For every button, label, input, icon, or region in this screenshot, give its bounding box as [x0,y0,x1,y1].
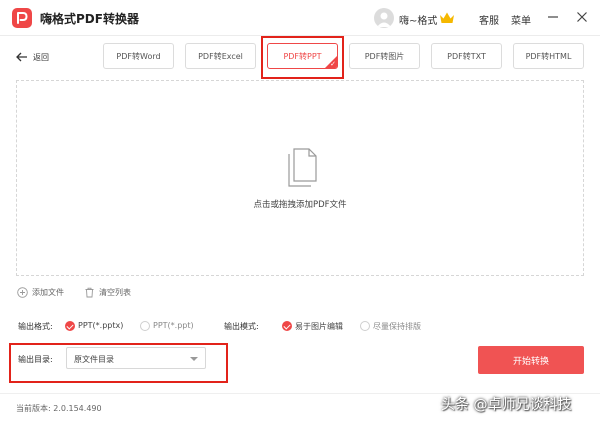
mode-image-edit-label[interactable]: 易于图片编辑 [295,321,343,332]
minimize-icon[interactable] [545,9,561,25]
file-drop-zone[interactable]: 点击或拖拽添加PDF文件 [16,80,584,276]
format-pptx-label[interactable]: PPT(*.pptx) [78,321,123,330]
tab-pdf-to-excel[interactable]: PDF转Excel [185,43,256,69]
tab-pdf-to-html[interactable]: PDF转HTML [513,43,584,69]
username[interactable]: 嗨~格式 [399,12,437,27]
back-label: 返回 [33,52,49,62]
annotation-highlight-tab [261,36,344,79]
watermark: 头条 @卓师兄谈科技 [441,397,572,413]
trash-icon [85,287,94,297]
radio-format-ppt[interactable] [140,321,150,331]
tab-pdf-to-txt[interactable]: PDF转TXT [431,43,502,69]
menu-link[interactable]: 菜单 [511,12,531,27]
radio-mode-keep-layout[interactable] [360,321,370,331]
plus-circle-icon [17,286,28,298]
annotation-highlight-output-dir [9,343,228,383]
start-convert-button[interactable]: 开始转换 [478,346,584,374]
app-logo-icon [12,8,32,28]
title-bar: 嗨格式PDF转换器 嗨~格式 客服 菜单 [0,0,600,36]
mode-keep-layout-label[interactable]: 尽量保持排版 [373,321,421,332]
add-file-label: 添加文件 [32,287,64,297]
document-icon [285,146,319,192]
output-format-label: 输出格式: [18,322,53,331]
drop-zone-hint: 点击或拖拽添加PDF文件 [253,200,347,210]
vip-crown-icon [439,10,455,29]
output-mode-label: 输出模式: [224,322,259,331]
version-text: 当前版本: 2.0.154.490 [16,404,102,413]
app-title: 嗨格式PDF转换器 [40,12,139,26]
tab-pdf-to-image[interactable]: PDF转图片 [349,43,420,69]
back-arrow-icon [16,52,27,62]
radio-format-pptx[interactable] [65,321,75,331]
radio-mode-image-edit[interactable] [282,321,292,331]
clear-list-label: 清空列表 [99,287,131,297]
tab-pdf-to-word[interactable]: PDF转Word [103,43,174,69]
user-avatar[interactable] [374,8,394,28]
close-icon[interactable] [574,9,590,25]
clear-list-button[interactable]: 清空列表 [84,286,131,298]
back-button[interactable]: 返回 [16,50,49,64]
customer-service-link[interactable]: 客服 [479,12,499,27]
add-file-button[interactable]: 添加文件 [17,286,64,298]
format-ppt-label[interactable]: PPT(*.ppt) [153,321,194,330]
